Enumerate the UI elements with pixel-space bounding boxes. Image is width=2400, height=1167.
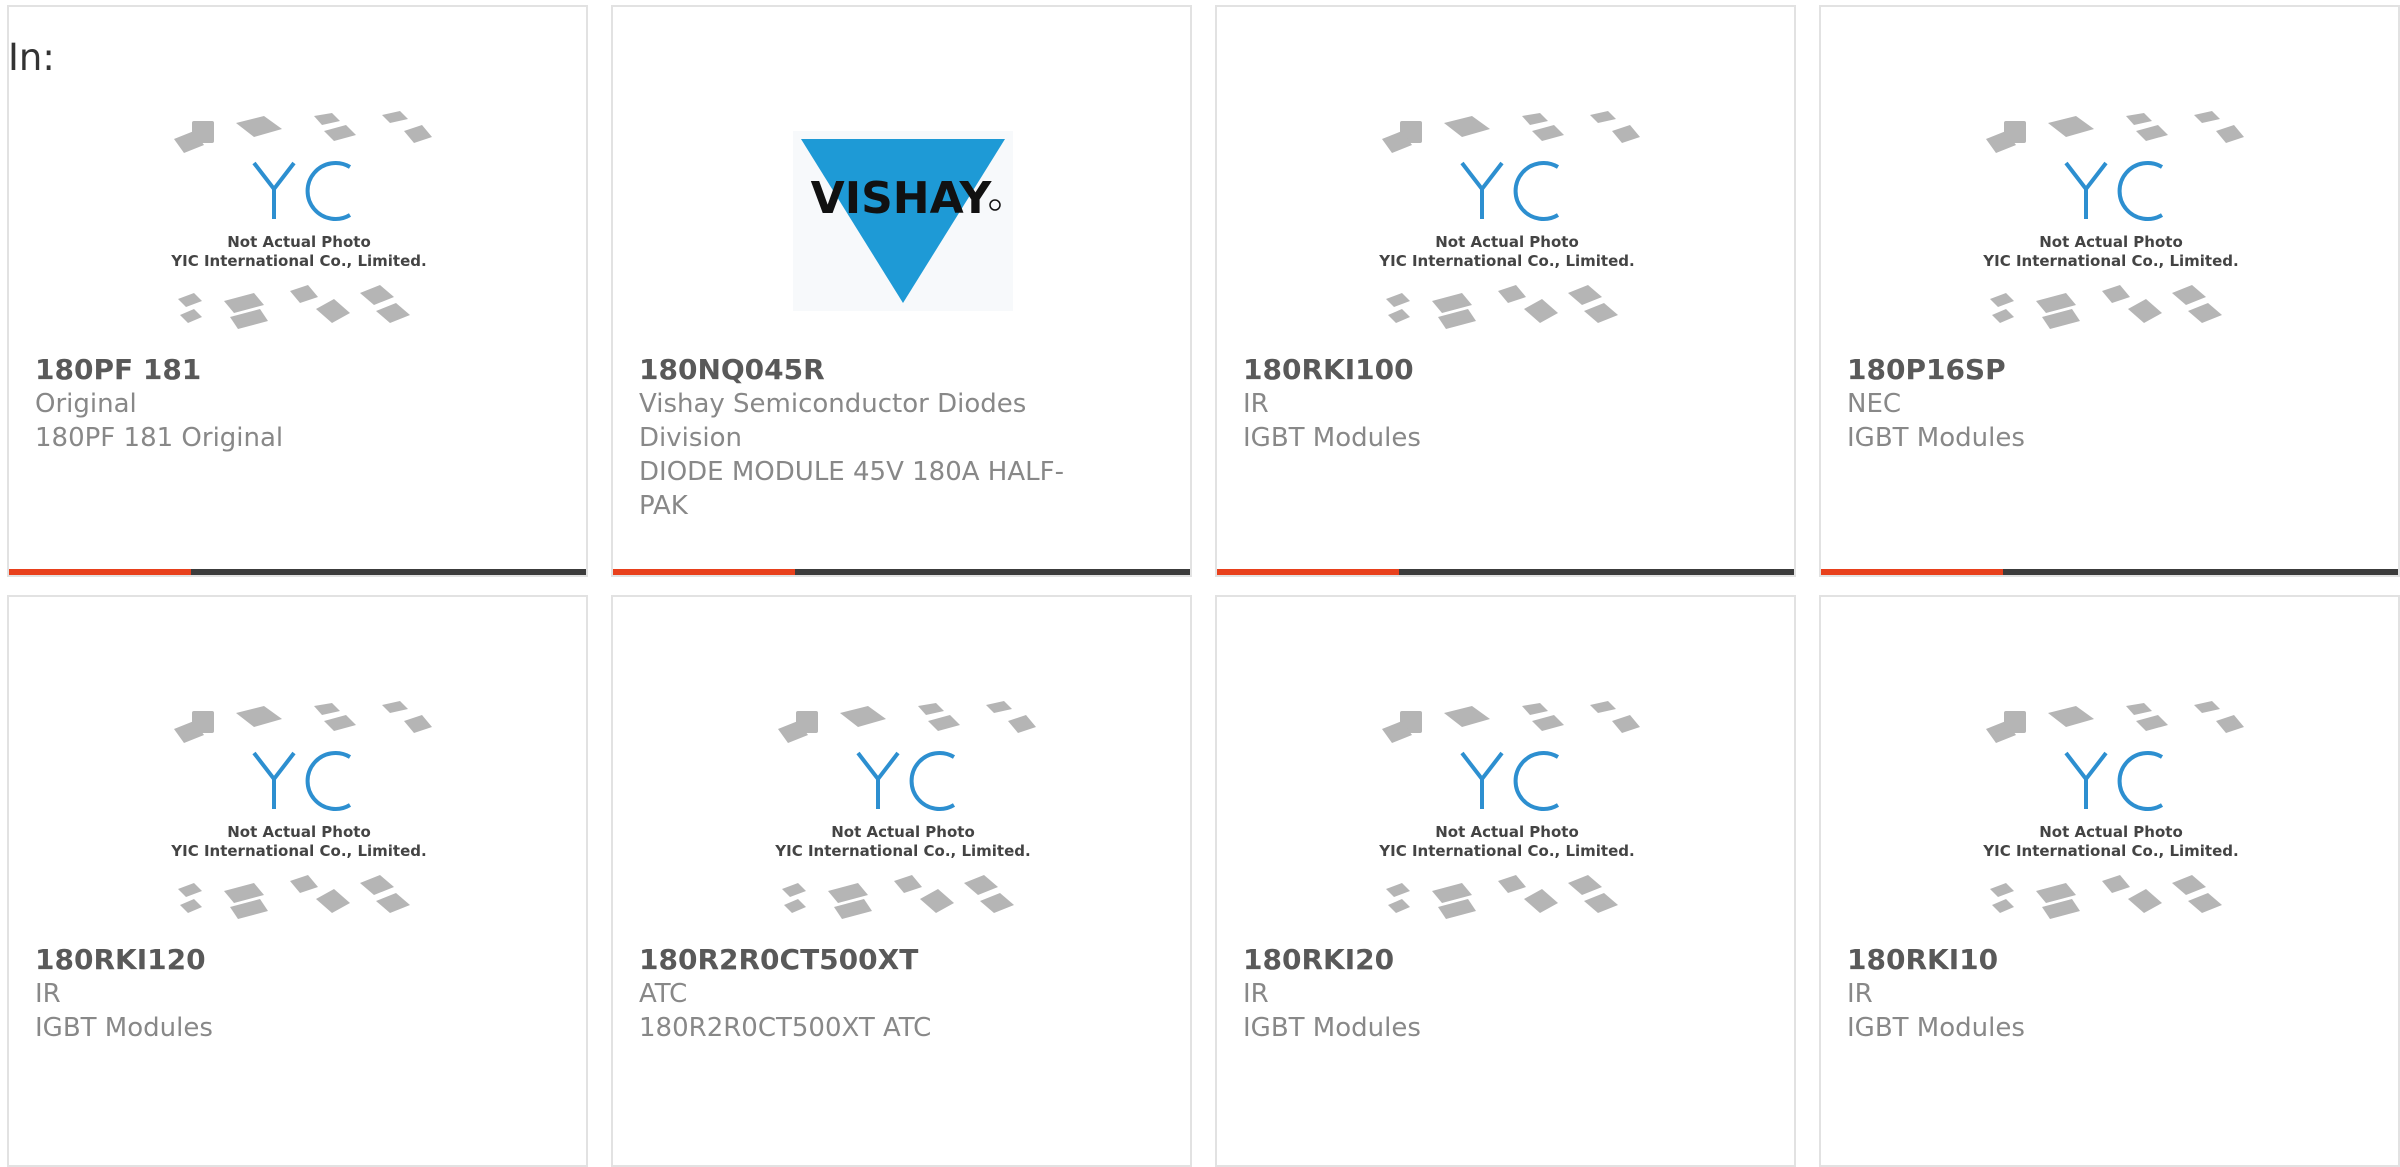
card-hover-bar-accent — [9, 569, 191, 575]
yic-placeholder-image: Not Actual Photo YIC International Co., … — [1982, 111, 2244, 329]
product-card[interactable]: Not Actual Photo YIC International Co., … — [1215, 595, 1796, 1167]
yic-placeholder-image: Not Actual Photo YIC International Co., … — [170, 111, 432, 329]
yic-placeholder-image: Not Actual Photo YIC International Co., … — [1982, 701, 2244, 919]
product-info: 180PF 181 Original 180PF 181 Original — [35, 353, 485, 455]
card-hover-bar — [1821, 569, 2398, 575]
product-card[interactable]: Not Actual Photo YIC International Co., … — [611, 595, 1192, 1167]
placeholder-caption-line1: Not Actual Photo — [2039, 823, 2183, 841]
filter-in-label: In: — [8, 36, 55, 79]
product-card[interactable]: VISHAY 180NQ045R Vishay Semiconductor Di… — [611, 5, 1192, 577]
product-info: 180RKI20 IR IGBT Modules — [1243, 943, 1693, 1045]
placeholder-caption-line2: YIC International Co., Limited. — [1378, 252, 1634, 270]
product-manufacturer: IR — [1243, 389, 1269, 419]
product-manufacturer: NEC — [1847, 389, 1902, 419]
card-hover-bar-accent — [613, 569, 795, 575]
placeholder-caption-line1: Not Actual Photo — [831, 823, 975, 841]
placeholder-caption-line2: YIC International Co., Limited. — [1378, 842, 1634, 860]
yic-placeholder-image: Not Actual Photo YIC International Co., … — [1378, 111, 1640, 329]
product-part-number-link[interactable]: 180RKI20 — [1243, 943, 1693, 977]
product-description: IGBT Modules — [1243, 423, 1421, 453]
placeholder-caption-line2: YIC International Co., Limited. — [170, 252, 426, 270]
product-image[interactable]: Not Actual Photo YIC International Co., … — [1971, 685, 2251, 937]
product-card[interactable]: Not Actual Photo YIC International Co., … — [1819, 595, 2400, 1167]
product-part-number-link[interactable]: 180RKI120 — [35, 943, 485, 977]
placeholder-caption-line2: YIC International Co., Limited. — [774, 842, 1030, 860]
placeholder-caption-line1: Not Actual Photo — [2039, 233, 2183, 251]
placeholder-caption-line2: YIC International Co., Limited. — [1982, 842, 2238, 860]
vishay-logo-image: VISHAY — [793, 131, 1013, 311]
product-part-number-link[interactable]: 180PF 181 — [35, 353, 485, 387]
placeholder-caption-line1: Not Actual Photo — [1435, 233, 1579, 251]
product-info: 180RKI120 IR IGBT Modules — [35, 943, 485, 1045]
product-description: IGBT Modules — [1243, 1013, 1421, 1043]
placeholder-caption-line1: Not Actual Photo — [1435, 823, 1579, 841]
product-info: 180NQ045R Vishay Semiconductor Diodes Di… — [639, 353, 1089, 523]
product-card[interactable]: Not Actual Photo YIC International Co., … — [7, 5, 588, 577]
product-grid: Not Actual Photo YIC International Co., … — [0, 0, 2400, 1167]
product-card[interactable]: Not Actual Photo YIC International Co., … — [1215, 5, 1796, 577]
product-info: 180RKI10 IR IGBT Modules — [1847, 943, 2297, 1045]
product-image[interactable]: Not Actual Photo YIC International Co., … — [159, 685, 439, 937]
card-hover-bar-accent — [1217, 569, 1399, 575]
product-description: IGBT Modules — [35, 1013, 213, 1043]
product-manufacturer: ATC — [639, 979, 688, 1009]
product-info: 180P16SP NEC IGBT Modules — [1847, 353, 2297, 455]
card-hover-bar — [1217, 569, 1794, 575]
placeholder-caption-line1: Not Actual Photo — [227, 823, 371, 841]
product-card[interactable]: Not Actual Photo YIC International Co., … — [7, 595, 588, 1167]
product-description: 180PF 181 Original — [35, 423, 284, 453]
placeholder-caption-line2: YIC International Co., Limited. — [170, 842, 426, 860]
product-description: DIODE MODULE 45V 180A HALF-PAK — [639, 457, 1064, 521]
yic-placeholder-image: Not Actual Photo YIC International Co., … — [1378, 701, 1640, 919]
card-hover-bar-accent — [1821, 569, 2003, 575]
product-part-number-link[interactable]: 180RKI100 — [1243, 353, 1693, 387]
yic-placeholder-image: Not Actual Photo YIC International Co., … — [170, 701, 432, 919]
product-part-number-link[interactable]: 180P16SP — [1847, 353, 2297, 387]
product-info: 180R2R0CT500XT ATC 180R2R0CT500XT ATC — [639, 943, 1089, 1045]
product-description: IGBT Modules — [1847, 1013, 2025, 1043]
product-manufacturer: Original — [35, 389, 137, 419]
placeholder-caption-line1: Not Actual Photo — [227, 233, 371, 251]
product-manufacturer: IR — [35, 979, 61, 1009]
product-image[interactable]: Not Actual Photo YIC International Co., … — [1367, 685, 1647, 937]
product-image[interactable]: Not Actual Photo YIC International Co., … — [1367, 95, 1647, 347]
yic-placeholder-image: Not Actual Photo YIC International Co., … — [774, 701, 1036, 919]
product-info: 180RKI100 IR IGBT Modules — [1243, 353, 1693, 455]
product-part-number-link[interactable]: 180RKI10 — [1847, 943, 2297, 977]
product-manufacturer: IR — [1847, 979, 1873, 1009]
vishay-logo-text: VISHAY — [811, 173, 993, 224]
card-hover-bar — [613, 569, 1190, 575]
product-part-number-link[interactable]: 180NQ045R — [639, 353, 1089, 387]
product-manufacturer: IR — [1243, 979, 1269, 1009]
product-description: IGBT Modules — [1847, 423, 2025, 453]
product-image[interactable]: Not Actual Photo YIC International Co., … — [1971, 95, 2251, 347]
product-description: 180R2R0CT500XT ATC — [639, 1013, 932, 1043]
card-hover-bar — [9, 569, 586, 575]
placeholder-caption-line2: YIC International Co., Limited. — [1982, 252, 2238, 270]
product-manufacturer: Vishay Semiconductor Diodes Division — [639, 389, 1027, 453]
product-image[interactable]: Not Actual Photo YIC International Co., … — [159, 95, 439, 347]
product-image[interactable]: VISHAY — [763, 95, 1043, 347]
product-image[interactable]: Not Actual Photo YIC International Co., … — [763, 685, 1043, 937]
product-part-number-link[interactable]: 180R2R0CT500XT — [639, 943, 1089, 977]
product-card[interactable]: Not Actual Photo YIC International Co., … — [1819, 5, 2400, 577]
